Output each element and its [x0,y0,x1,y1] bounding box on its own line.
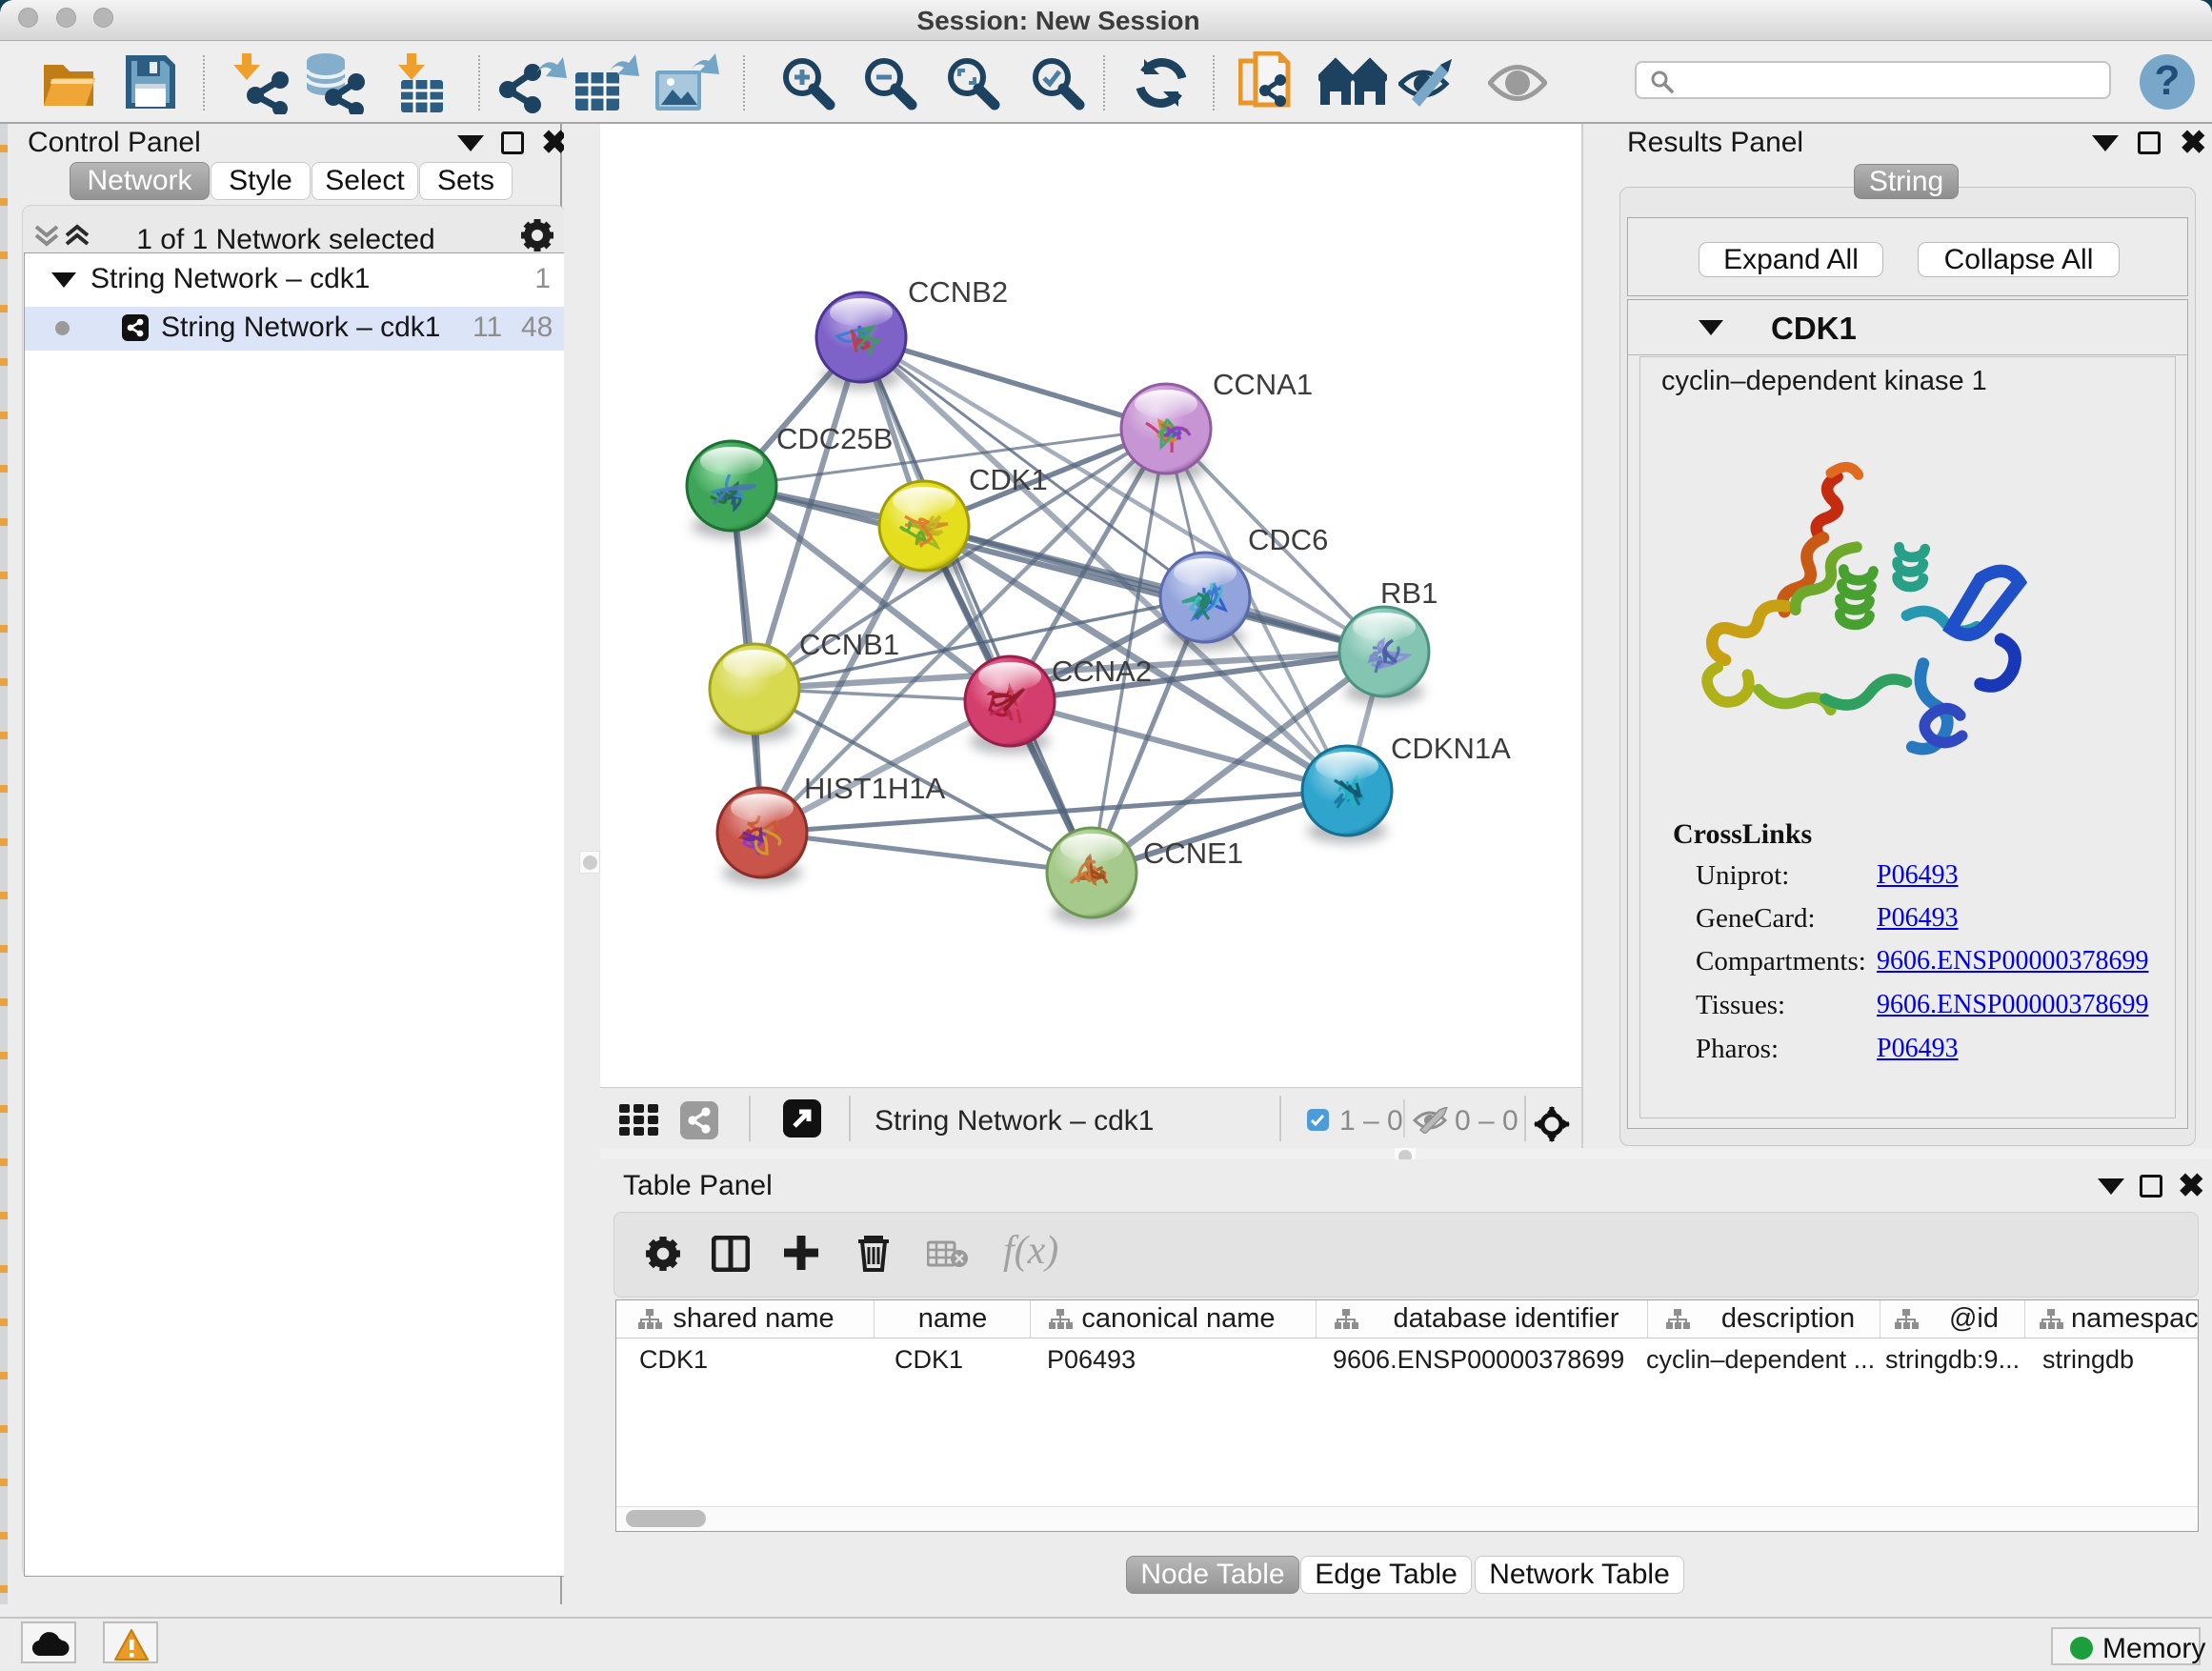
svg-text:CCNA1: CCNA1 [1213,368,1313,401]
svg-text:CCNA2: CCNA2 [1052,654,1152,688]
svg-text:CCNE1: CCNE1 [1143,836,1243,870]
svg-text:CCNB2: CCNB2 [908,275,1008,309]
svg-text:CDK1: CDK1 [969,463,1048,496]
svg-text:CCNB1: CCNB1 [799,628,899,661]
svg-text:HIST1H1A: HIST1H1A [804,772,945,805]
svg-text:CDC25B: CDC25B [776,422,893,455]
svg-text:RB1: RB1 [1380,576,1438,610]
svg-text:CDKN1A: CDKN1A [1391,732,1511,765]
svg-text:CDC6: CDC6 [1248,523,1328,556]
